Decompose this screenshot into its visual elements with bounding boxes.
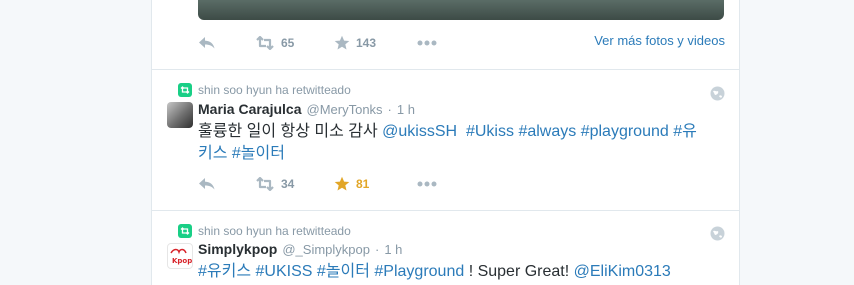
reply-button[interactable]	[198, 174, 216, 194]
timeline-stream: 65 143 Ver más fotos y videos shin soo h…	[151, 0, 740, 285]
globe-icon	[710, 226, 725, 241]
avatar[interactable]: Kpop	[167, 243, 193, 269]
username[interactable]: @_Simplykpop	[282, 242, 370, 257]
mention-link[interactable]: @EliKim0313	[574, 263, 671, 280]
globe-icon	[710, 86, 725, 101]
star-icon	[334, 176, 350, 191]
mention-link[interactable]: @ukissSH	[382, 123, 457, 140]
fullname[interactable]: Simplykpop	[198, 241, 277, 257]
hashtag-link[interactable]: #playground	[581, 123, 669, 140]
more-button[interactable]	[417, 174, 437, 194]
avatar-logo-text: Kpop	[172, 257, 192, 265]
tweet-text: #유키스 #UKISS #놀이터 #Playground ! Super Gre…	[198, 261, 718, 283]
reply-button[interactable]	[198, 33, 216, 53]
hashtag-link[interactable]: #놀이터	[232, 145, 285, 162]
tweet-text-segment	[457, 123, 466, 140]
tweet-header: Maria Carajulca @MeryTonks · 1 h	[198, 101, 415, 119]
retweet-context-text[interactable]: shin soo hyun ha retwitteado	[198, 224, 351, 238]
favorite-button[interactable]: 143	[334, 33, 376, 53]
favorite-count: 143	[356, 36, 377, 50]
reply-icon	[199, 37, 215, 49]
retweet-context-text[interactable]: shin soo hyun ha retwitteado	[198, 83, 351, 97]
retweet-badge-icon	[178, 224, 192, 238]
retweet-badge-icon	[178, 83, 192, 97]
hashtag-link[interactable]: #Ukiss	[466, 123, 514, 140]
retweet-count: 34	[281, 177, 295, 191]
more-dots-icon	[417, 181, 437, 187]
more-button[interactable]	[417, 33, 437, 53]
star-icon	[334, 35, 350, 50]
tweet-text-line: 키스 #놀이터	[198, 143, 718, 165]
tweet-actions: 34 81	[198, 174, 728, 194]
tweet-text-line: 훌륭한 일이 항상 미소 감사 @ukissSH #Ukiss #always …	[198, 121, 718, 143]
timestamp[interactable]: 1 h	[384, 242, 402, 257]
hashtag-link[interactable]: #always	[518, 123, 576, 140]
media-preview-image[interactable]	[198, 0, 724, 20]
tweet-text-segment: ! Super Great!	[464, 263, 574, 280]
retweet-context: shin soo hyun ha retwitteado	[178, 83, 351, 97]
favorite-button[interactable]: 81	[334, 174, 369, 194]
retweet-icon	[256, 177, 274, 191]
hashtag-link[interactable]: #유키스	[198, 263, 251, 280]
username[interactable]: @MeryTonks	[307, 102, 383, 117]
tweet-text: 훌륭한 일이 항상 미소 감사 @ukissSH #Ukiss #always …	[198, 121, 718, 165]
retweet-button[interactable]: 34	[255, 174, 294, 194]
hashtag-link[interactable]: #유	[673, 123, 697, 140]
avatar[interactable]	[167, 102, 193, 128]
more-media-link[interactable]: Ver más fotos y videos	[594, 33, 725, 48]
tweet-divider	[152, 210, 739, 211]
hashtag-link[interactable]: #놀이터	[317, 263, 370, 280]
simplykpop-logo-icon: Kpop	[170, 248, 192, 265]
tweet-text-line: #유키스 #UKISS #놀이터 #Playground ! Super Gre…	[198, 261, 718, 283]
fullname[interactable]: Maria Carajulca	[198, 101, 302, 117]
hashtag-link[interactable]: 키스	[198, 145, 227, 162]
reply-icon	[199, 178, 215, 190]
separator-dot: ·	[374, 242, 380, 257]
hashtag-link[interactable]: #UKISS	[256, 263, 313, 280]
tweet-text-segment: 훌륭한 일이 항상 미소 감사	[198, 123, 383, 140]
tweet-header: Simplykpop @_Simplykpop · 1 h	[198, 241, 402, 259]
more-dots-icon	[417, 40, 437, 46]
retweet-button[interactable]: 65	[255, 33, 294, 53]
retweet-icon	[256, 36, 274, 50]
retweet-count: 65	[281, 36, 295, 50]
separator-dot: ·	[387, 102, 392, 117]
timestamp[interactable]: 1 h	[397, 102, 415, 117]
favorite-count: 81	[356, 177, 370, 191]
retweet-context: shin soo hyun ha retwitteado	[178, 224, 351, 238]
tweet-divider	[152, 69, 739, 70]
hashtag-link[interactable]: #Playground	[374, 263, 464, 280]
